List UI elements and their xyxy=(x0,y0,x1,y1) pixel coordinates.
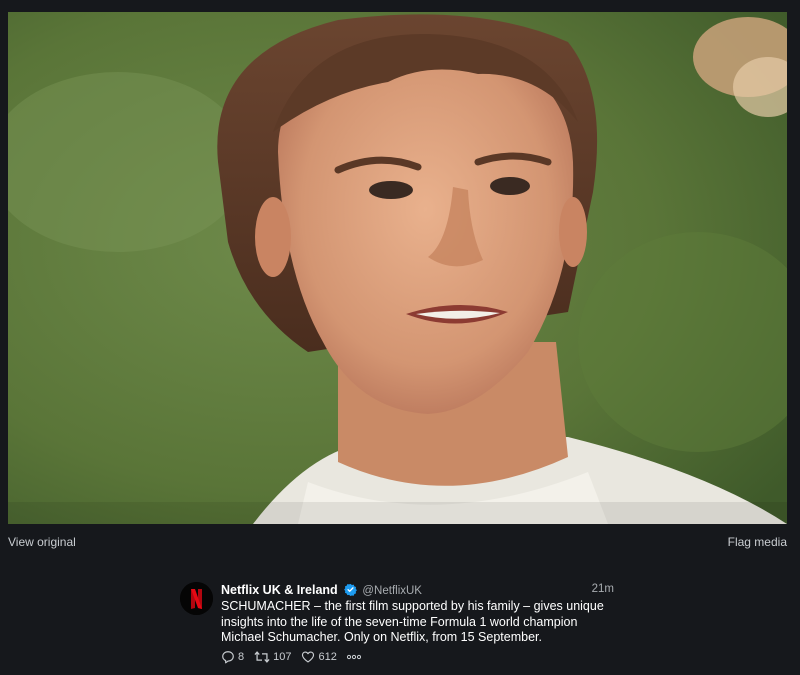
media-viewer: View original Flag media Netflix UK & Ir… xyxy=(0,0,800,675)
display-name[interactable]: Netflix UK & Ireland xyxy=(221,583,338,597)
media-image[interactable] xyxy=(8,12,787,524)
retweet-button[interactable]: 107 xyxy=(254,650,291,664)
timestamp[interactable]: 21m xyxy=(592,583,614,595)
netflix-logo-icon xyxy=(180,582,213,615)
retweet-count: 107 xyxy=(273,651,292,663)
heart-icon xyxy=(302,651,315,663)
like-count: 612 xyxy=(318,651,337,663)
tweet: Netflix UK & Ireland @NetflixUK 21m SCHU… xyxy=(180,580,620,670)
tweet-actions: 8 107 612 xyxy=(221,649,374,665)
reply-icon xyxy=(222,651,234,664)
tweet-text: SCHUMACHER – the first film supported by… xyxy=(221,599,621,646)
portrait-photo xyxy=(8,12,787,524)
more-options-button[interactable] xyxy=(346,653,364,661)
tweet-text-line: insights into the life of the seven-time… xyxy=(221,614,578,629)
tweet-text-line: Michael Schumacher. Only on Netflix, fro… xyxy=(221,630,542,644)
retweet-icon xyxy=(254,651,270,663)
tweet-header: Netflix UK & Ireland @NetflixUK 21m xyxy=(221,583,614,599)
reply-count: 8 xyxy=(238,651,245,663)
avatar[interactable] xyxy=(180,582,213,615)
like-button[interactable]: 612 xyxy=(301,650,337,664)
handle[interactable]: @NetflixUK xyxy=(362,585,422,597)
view-original-link[interactable]: View original xyxy=(8,535,76,549)
verified-badge-icon xyxy=(344,583,357,599)
more-icon xyxy=(346,654,361,660)
tweet-text-line: SCHUMACHER – the first film supported by… xyxy=(221,599,604,613)
reply-button[interactable]: 8 xyxy=(221,650,244,664)
flag-media-link[interactable]: Flag media xyxy=(728,535,787,549)
media-links-bar: View original Flag media xyxy=(8,533,787,551)
